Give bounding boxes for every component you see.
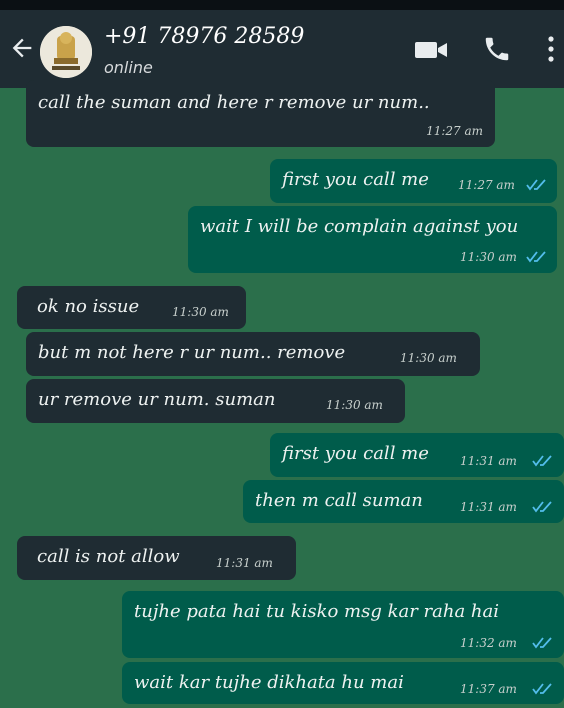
message-time: 11:30 am bbox=[460, 250, 517, 264]
message-text: then m call suman bbox=[255, 490, 423, 511]
message-time: 11:31 am bbox=[460, 500, 517, 514]
message-bubble[interactable]: wait kar tujhe dikhata hu mai 11:37 am bbox=[122, 662, 564, 704]
message-text: first you call me bbox=[282, 443, 429, 464]
message-text: call the suman and here r remove ur num.… bbox=[38, 92, 430, 113]
message-text: first you call me bbox=[282, 169, 429, 190]
voice-call-icon[interactable] bbox=[482, 34, 512, 64]
message-bubble[interactable]: wait I will be complain against you 11:3… bbox=[188, 206, 557, 273]
message-bubble[interactable]: but m not here r ur num.. remove 11:30 a… bbox=[26, 332, 480, 376]
message-text: call is not allow bbox=[37, 546, 180, 567]
chat-header: +91 78976 28589 online bbox=[0, 10, 564, 88]
read-ticks-icon bbox=[526, 179, 546, 191]
contact-name[interactable]: +91 78976 28589 bbox=[104, 24, 304, 49]
message-text: ok no issue bbox=[37, 296, 140, 317]
message-time: 11:31 am bbox=[460, 454, 517, 468]
status-bar bbox=[0, 0, 564, 10]
message-bubble[interactable]: first you call me 11:27 am bbox=[270, 159, 557, 203]
read-ticks-icon bbox=[532, 455, 552, 467]
message-bubble[interactable]: ok no issue 11:30 am bbox=[17, 286, 246, 329]
message-text: but m not here r ur num.. remove bbox=[38, 342, 346, 363]
message-time: 11:27 am bbox=[458, 178, 515, 192]
read-ticks-icon bbox=[532, 683, 552, 695]
message-text: wait kar tujhe dikhata hu mai bbox=[134, 672, 404, 693]
message-bubble[interactable]: tujhe pata hai tu kisko msg kar raha hai… bbox=[122, 591, 564, 658]
message-time: 11:37 am bbox=[460, 682, 517, 696]
message-time: 11:27 am bbox=[426, 124, 483, 138]
avatar[interactable] bbox=[40, 26, 92, 78]
message-bubble[interactable]: first you call me 11:31 am bbox=[270, 433, 564, 477]
message-text: ur remove ur num. suman bbox=[38, 389, 276, 410]
message-time: 11:30 am bbox=[326, 398, 383, 412]
message-time: 11:30 am bbox=[400, 351, 457, 365]
message-bubble[interactable]: ur remove ur num. suman 11:30 am bbox=[26, 379, 405, 423]
message-time: 11:32 am bbox=[460, 636, 517, 650]
message-text: wait I will be complain against you bbox=[200, 216, 519, 237]
message-time: 11:31 am bbox=[216, 556, 273, 570]
read-ticks-icon bbox=[532, 637, 552, 649]
more-options-icon[interactable] bbox=[546, 34, 556, 64]
contact-status: online bbox=[104, 58, 153, 77]
message-bubble[interactable]: call is not allow 11:31 am bbox=[17, 536, 296, 580]
back-arrow-icon[interactable] bbox=[8, 34, 36, 62]
video-call-icon[interactable] bbox=[413, 38, 449, 62]
read-ticks-icon bbox=[532, 501, 552, 513]
message-bubble[interactable]: call the suman and here r remove ur num.… bbox=[26, 80, 495, 147]
message-time: 11:30 am bbox=[172, 305, 229, 319]
emblem-icon bbox=[40, 26, 92, 78]
message-bubble[interactable]: then m call suman 11:31 am bbox=[243, 480, 564, 523]
message-text: tujhe pata hai tu kisko msg kar raha hai bbox=[134, 601, 500, 622]
read-ticks-icon bbox=[526, 251, 546, 263]
